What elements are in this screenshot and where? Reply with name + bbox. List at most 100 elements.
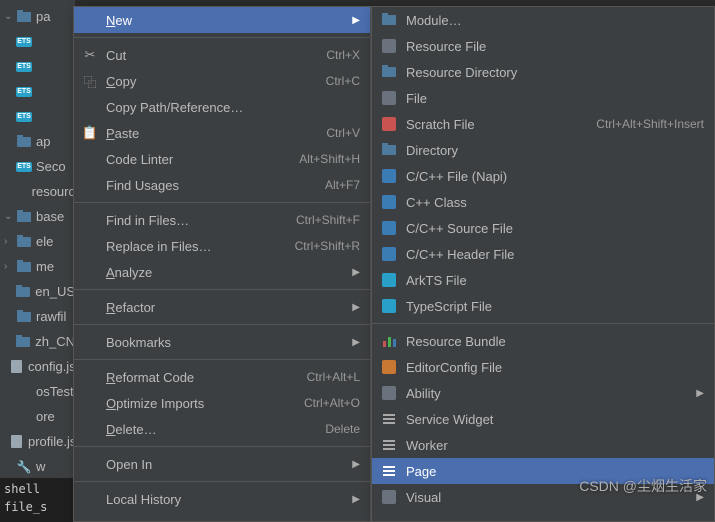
submenu-arrow-icon: ▶ — [696, 492, 704, 503]
menu-item[interactable]: Service Widget — [372, 406, 714, 432]
menu-item[interactable]: TypeScript File — [372, 293, 714, 319]
menu-item[interactable]: Find UsagesAlt+F7 — [74, 172, 370, 198]
menu-item-label: Delete… — [106, 422, 317, 437]
menu-item[interactable]: ✂CutCtrl+X — [74, 42, 370, 68]
menu-item[interactable]: Optimize ImportsCtrl+Alt+O — [74, 390, 370, 416]
tree-item-label: base — [36, 209, 64, 224]
tree-item-label: w — [36, 459, 45, 474]
tree-item[interactable]: ⌄pa — [0, 4, 75, 29]
tree-item[interactable]: ore — [0, 404, 75, 429]
menu-shortcut: Ctrl+Shift+R — [295, 239, 360, 253]
context-menu: New▶✂CutCtrl+X⿻CopyCtrl+CCopy Path/Refer… — [73, 6, 371, 522]
tree-item[interactable]: ap — [0, 129, 75, 154]
project-tree[interactable]: ⌄paETSETSETSETSapETSSecoresourc⌄base›ele… — [0, 0, 75, 522]
menu-item[interactable]: Analyze▶ — [74, 259, 370, 285]
tree-item-label: config.js — [28, 359, 75, 374]
menu-item-label: New — [106, 13, 344, 28]
tree-item[interactable]: en_US — [0, 279, 75, 304]
menu-item[interactable]: Local History▶ — [74, 486, 370, 512]
menu-item[interactable]: Bookmarks▶ — [74, 329, 370, 355]
red-icon — [380, 117, 398, 131]
menu-item[interactable]: C/C++ Header File — [372, 241, 714, 267]
menu-item[interactable]: ⿻CopyCtrl+C — [74, 68, 370, 94]
folder-icon — [16, 259, 32, 275]
tree-item[interactable]: profile.js — [0, 429, 75, 454]
tree-item[interactable]: ETSSeco — [0, 154, 75, 179]
menu-shortcut: Delete — [325, 422, 360, 436]
menu-item[interactable]: C/C++ File (Napi) — [372, 163, 714, 189]
tree-item[interactable]: osTest — [0, 379, 75, 404]
menu-item-label: TypeScript File — [406, 299, 704, 314]
submenu-arrow-icon: ▶ — [352, 302, 360, 313]
blank-icon — [12, 184, 28, 200]
folder-icon — [380, 145, 398, 155]
menu-item-label: C/C++ Header File — [406, 247, 704, 262]
action-icon: ✂ — [82, 47, 98, 63]
tree-item[interactable]: zh_CN — [0, 329, 75, 354]
tree-item[interactable]: ETS — [0, 54, 75, 79]
menu-item[interactable]: File — [372, 85, 714, 111]
ets-file-icon: ETS — [16, 84, 32, 100]
folder-icon — [16, 234, 32, 250]
menu-item[interactable]: Ability▶ — [372, 380, 714, 406]
blue-icon — [380, 247, 398, 261]
menu-item[interactable]: Copy Path/Reference… — [74, 94, 370, 120]
menu-shortcut: Ctrl+C — [326, 74, 360, 88]
menu-item-label: Resource Bundle — [406, 334, 704, 349]
tree-item-label: en_US — [35, 284, 75, 299]
menu-item[interactable]: Scratch FileCtrl+Alt+Shift+Insert — [372, 111, 714, 137]
submenu-arrow-icon: ▶ — [352, 494, 360, 505]
menu-item[interactable]: EditorConfig File — [372, 354, 714, 380]
lines-icon — [380, 414, 398, 424]
chevron-icon: › — [4, 236, 12, 247]
menu-item[interactable]: Find in Files…Ctrl+Shift+F — [74, 207, 370, 233]
menu-item-label: Open In — [106, 457, 344, 472]
terminal-panel[interactable]: shell file_s — [0, 478, 75, 522]
menu-item[interactable]: C++ Class — [372, 189, 714, 215]
menu-item-label: EditorConfig File — [406, 360, 704, 375]
tree-item[interactable]: ›ele — [0, 229, 75, 254]
menu-item-label: Paste — [106, 126, 318, 141]
menu-item[interactable]: Replace in Files…Ctrl+Shift+R — [74, 233, 370, 259]
menu-item-label: Copy Path/Reference… — [106, 100, 360, 115]
tree-item-label: zh_CN — [35, 334, 75, 349]
menu-item[interactable]: Reformat CodeCtrl+Alt+L — [74, 364, 370, 390]
menu-item[interactable]: Refactor▶ — [74, 294, 370, 320]
tree-item[interactable]: ETS — [0, 79, 75, 104]
menu-item[interactable]: Directory — [372, 137, 714, 163]
tree-item[interactable]: ⌄ base — [0, 204, 75, 229]
menu-separator — [74, 359, 370, 360]
menu-item-label: Resource Directory — [406, 65, 704, 80]
menu-item-label: Find in Files… — [106, 213, 288, 228]
menu-item[interactable]: 📋PasteCtrl+V — [74, 120, 370, 146]
menu-item[interactable]: Delete… Delete — [74, 416, 370, 442]
menu-shortcut: Ctrl+V — [326, 126, 360, 140]
tree-item[interactable]: resourc — [0, 179, 75, 204]
wrench-icon: 🔧 — [16, 459, 32, 475]
tree-item[interactable]: ETS — [0, 29, 75, 54]
chevron-icon: ⌄ — [4, 211, 12, 222]
menu-item-label: Code Linter — [106, 152, 291, 167]
tree-item[interactable]: ›me — [0, 254, 75, 279]
chevron-icon: ⌄ — [4, 11, 12, 22]
menu-item[interactable]: Visual▶ — [372, 484, 714, 510]
menu-item[interactable]: ArkTS File — [372, 267, 714, 293]
menu-item-label: Scratch File — [406, 117, 588, 132]
menu-item[interactable]: Page — [372, 458, 714, 484]
menu-item[interactable]: New▶ — [74, 7, 370, 33]
menu-item[interactable]: Worker — [372, 432, 714, 458]
menu-item[interactable]: Code LinterAlt+Shift+H — [74, 146, 370, 172]
menu-item-label: Copy — [106, 74, 318, 89]
menu-item[interactable]: C/C++ Source File — [372, 215, 714, 241]
ets-file-icon: ETS — [16, 59, 32, 75]
menu-item[interactable]: Resource Directory — [372, 59, 714, 85]
menu-item[interactable]: Module… — [372, 7, 714, 33]
menu-item[interactable]: Open In▶ — [74, 451, 370, 477]
menu-item[interactable]: Resource Bundle — [372, 328, 714, 354]
tree-item[interactable]: ETS — [0, 104, 75, 129]
tree-item[interactable]: 🔧w — [0, 454, 75, 479]
tree-item[interactable]: rawfil — [0, 304, 75, 329]
tree-item[interactable]: config.js — [0, 354, 75, 379]
submenu-arrow-icon: ▶ — [696, 388, 704, 399]
menu-item[interactable]: Resource File — [372, 33, 714, 59]
